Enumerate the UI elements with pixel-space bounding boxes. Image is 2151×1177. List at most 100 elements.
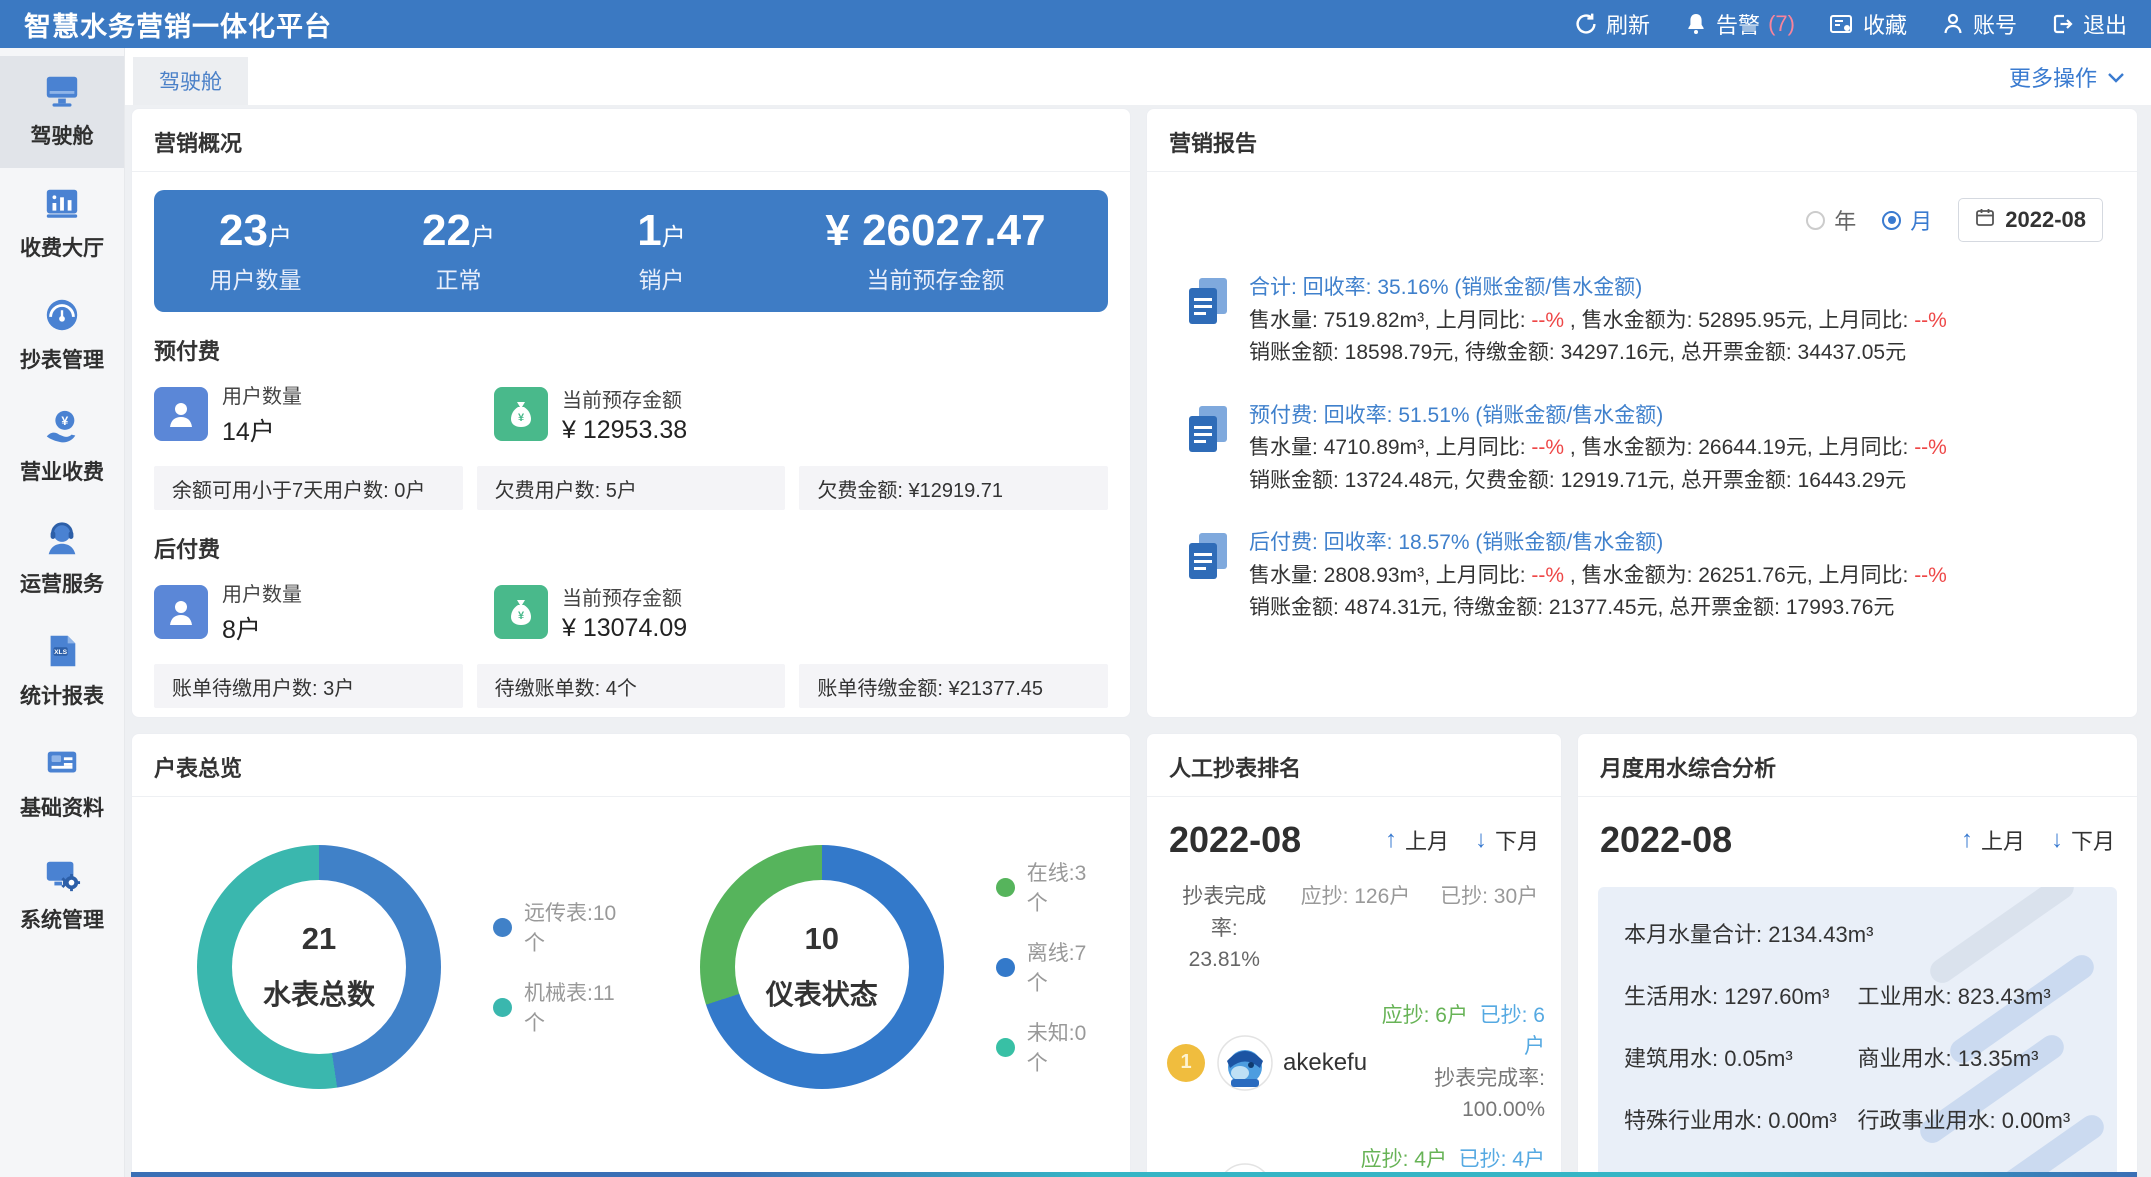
tab-dashboard[interactable]: 驾驶舱: [133, 57, 248, 105]
user-icon: [154, 387, 208, 441]
account-button[interactable]: 账号: [1941, 8, 2017, 40]
sidebar-item-meter-reading[interactable]: 抄表管理: [0, 280, 124, 392]
report-item-postpaid: 后付费: 回收率: 18.57% (销账金额/售水金额) 售水量: 2808.9…: [1147, 503, 2137, 631]
account-label: 账号: [1973, 8, 2017, 40]
summary-normal: 22户 正常: [357, 207, 560, 295]
more-actions-label: 更多操作: [2009, 61, 2097, 93]
sidebar-item-dashboard[interactable]: 驾驶舱: [0, 56, 124, 168]
favorite-button[interactable]: 收藏: [1829, 8, 1907, 40]
logout-label: 退出: [2083, 8, 2127, 40]
sidebar-label: 驾驶舱: [31, 120, 94, 150]
sidebar-item-statistics-report[interactable]: XLS 统计报表: [0, 616, 124, 728]
prepaid-users-tile: 用户数量 14户: [154, 380, 494, 448]
monthly-stat: 工业用水: 823.43m³: [1858, 979, 2092, 1011]
radio-circle-icon: [1806, 211, 1825, 230]
report-doc-icon: [1185, 531, 1231, 625]
legend-dot: [493, 918, 512, 937]
headset-service-icon: [42, 520, 82, 558]
ranking-row: 1 akekefu 应抄: 6户 已抄: 6户 抄表完成率: 100.00%: [1167, 1000, 1545, 1126]
arrow-up-icon: ↑: [1385, 826, 1397, 854]
report-item-total: 合计: 回收率: 35.16% (销账金额/售水金额) 售水量: 7519.82…: [1147, 248, 2137, 376]
monthly-stat: 建筑用水: 0.05m³: [1624, 1041, 1858, 1073]
meter-overview-panel: 户表总览 21 水表总数 远传表:10个 机械表:11个 10: [131, 733, 1131, 1177]
month-radio[interactable]: 月: [1882, 204, 1932, 236]
sidebar-item-business-fee[interactable]: ¥ 营业收费: [0, 392, 124, 504]
sidebar-item-base-data[interactable]: 基础资料: [0, 728, 124, 840]
monthly-month: 2022-08: [1600, 819, 1732, 861]
report-item-prepaid: 预付费: 回收率: 51.51% (销账金额/售水金额) 售水量: 4710.8…: [1147, 376, 2137, 504]
moneybag-icon: ¥: [494, 387, 548, 441]
arrow-up-icon: ↑: [1961, 826, 1973, 854]
yuan-coin-hand-icon: ¥: [42, 408, 82, 446]
moneybag-icon: ¥: [494, 585, 548, 639]
calendar-icon: [1975, 207, 1995, 233]
arrow-down-icon: ↓: [1475, 826, 1487, 854]
ranking-month: 2022-08: [1169, 819, 1301, 861]
account-icon: [1941, 12, 1965, 36]
sidebar-item-operation-service[interactable]: 运营服务: [0, 504, 124, 616]
prev-month-button[interactable]: ↑ 上月: [1961, 824, 2025, 856]
year-radio[interactable]: 年: [1806, 204, 1856, 236]
water-meter-donut-chart: 21 水表总数: [197, 845, 441, 1089]
svg-text:¥: ¥: [518, 610, 525, 622]
summary-closed: 1户 销户: [560, 207, 763, 295]
ranking-user-name: akekefu: [1283, 1049, 1367, 1077]
next-month-button[interactable]: ↓ 下月: [1475, 824, 1539, 856]
logout-icon: [2051, 12, 2075, 36]
report-doc-icon: [1185, 276, 1231, 370]
sidebar-label: 统计报表: [20, 680, 104, 710]
completion-rate: 抄表完成率: 23.81%: [1169, 881, 1280, 976]
xls-file-icon: XLS: [42, 632, 82, 670]
sidebar-item-system-manage[interactable]: 系统管理: [0, 840, 124, 952]
panel-title: 营销报告: [1147, 109, 2137, 172]
month-picker[interactable]: 2022-08: [1958, 198, 2103, 242]
more-actions-button[interactable]: 更多操作: [2009, 61, 2125, 93]
sidebar-label: 收费大厅: [20, 232, 104, 262]
summary-deposit: ¥ 26027.47 当前预存金额: [763, 207, 1108, 295]
avatar: [1217, 1035, 1273, 1091]
prepaid-stat: 欠费用户数: 5户: [477, 466, 786, 510]
next-month-button[interactable]: ↓ 下月: [2051, 824, 2115, 856]
manual-reading-ranking-panel: 人工抄表排名 2022-08 ↑ 上月 ↓ 下月 抄表完成率: 23.8: [1146, 733, 1562, 1177]
logout-button[interactable]: 退出: [2051, 8, 2127, 40]
legend-dot: [996, 1038, 1015, 1057]
postpaid-stat: 账单待缴金额: ¥21377.45: [799, 664, 1108, 708]
report-doc-icon: [1185, 404, 1231, 498]
chevron-down-icon: [2107, 64, 2125, 90]
panel-title: 人工抄表排名: [1147, 734, 1561, 797]
monthly-water-analysis-panel: 月度用水综合分析 2022-08 ↑ 上月 ↓ 下月: [1577, 733, 2138, 1177]
alert-count-badge: (7): [1768, 11, 1795, 37]
monthly-stat: 特殊行业用水: 0.00m³: [1624, 1103, 1858, 1135]
postpaid-users-tile: 用户数量 8户: [154, 578, 494, 646]
sidebar: 驾驶舱 收费大厅 抄表管理 ¥ 营业收费 运营服务 XLS 统计报表 基础资料 …: [0, 48, 125, 1177]
prepaid-deposit-tile: ¥ 当前预存金额 ¥ 12953.38: [494, 380, 834, 448]
refresh-label: 刷新: [1606, 8, 1650, 40]
prev-month-button[interactable]: ↑ 上月: [1385, 824, 1449, 856]
prepaid-stat: 余额可用小于7天用户数: 0户: [154, 466, 463, 510]
monthly-total: 本月水量合计: 2134.43m³: [1624, 917, 2091, 949]
dashboard-monitor-icon: [42, 72, 82, 110]
alert-button[interactable]: 告警 (7): [1684, 8, 1795, 40]
sidebar-label: 系统管理: [20, 904, 104, 934]
legend-dot: [493, 998, 512, 1017]
prepaid-stat: 欠费金额: ¥12919.71: [799, 466, 1108, 510]
fee-hall-chart-icon: [42, 184, 82, 222]
postpaid-section-title: 后付费: [154, 532, 1108, 564]
radio-circle-icon: [1882, 211, 1901, 230]
sidebar-item-fee-hall[interactable]: 收费大厅: [0, 168, 124, 280]
refresh-button[interactable]: 刷新: [1574, 8, 1650, 40]
panel-title: 月度用水综合分析: [1578, 734, 2137, 797]
bell-icon: [1684, 12, 1708, 36]
meter-status-legend: 在线:3个 离线:7个 未知:0个: [996, 857, 1100, 1077]
base-data-card-icon: [42, 744, 82, 782]
app-title: 智慧水务营销一体化平台: [24, 5, 332, 44]
marketing-report-panel: 营销报告 年 月 2022-08: [1146, 108, 2138, 718]
svg-text:XLS: XLS: [54, 649, 67, 656]
legend-dot: [996, 958, 1015, 977]
monthly-stat: 行政事业用水: 0.00m³: [1858, 1103, 2092, 1135]
postpaid-stat: 账单待缴用户数: 3户: [154, 664, 463, 708]
alert-label: 告警: [1716, 8, 1760, 40]
arrow-down-icon: ↓: [2051, 826, 2063, 854]
summary-users: 23户 用户数量: [154, 207, 357, 295]
panel-title: 营销概况: [132, 109, 1130, 172]
